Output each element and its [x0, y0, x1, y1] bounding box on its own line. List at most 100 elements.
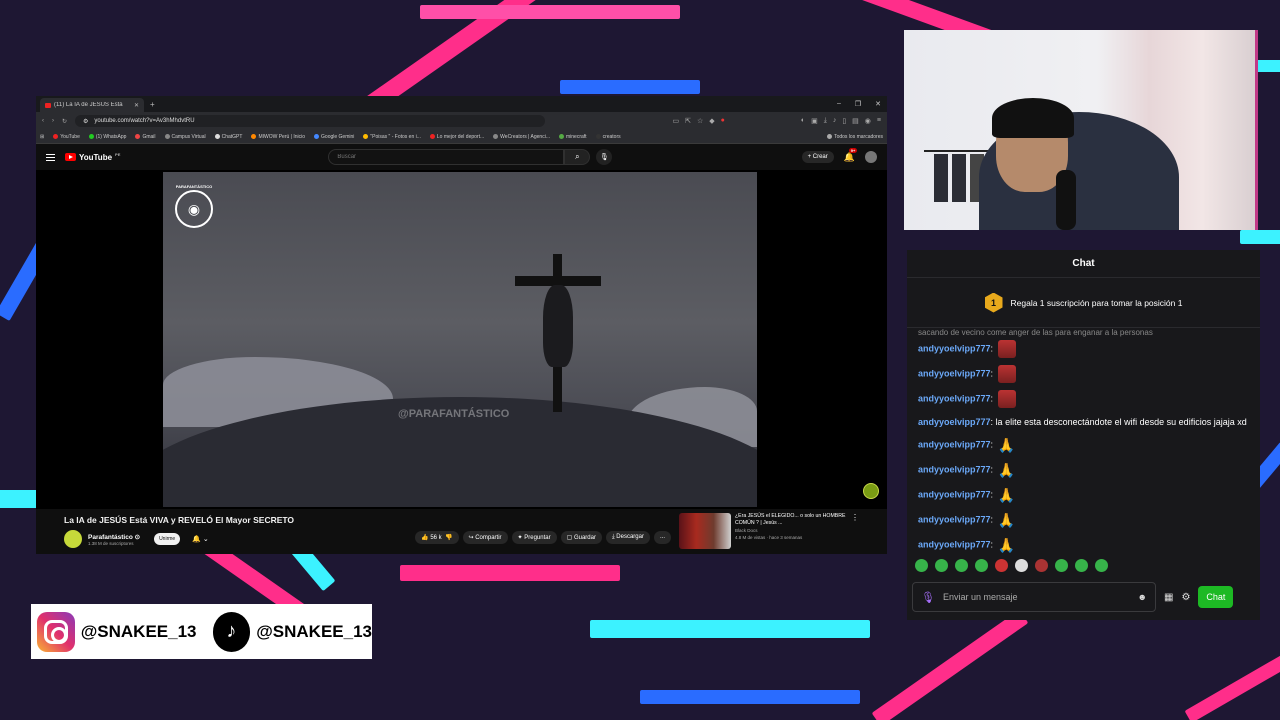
search-icon[interactable]: ⌕	[564, 149, 591, 165]
emote-icon[interactable]	[1055, 559, 1068, 572]
bookmark-item[interactable]: creators	[595, 134, 621, 140]
more-actions-button[interactable]: ...	[653, 531, 671, 544]
download-icon: ⤓	[611, 534, 615, 540]
bookmark-item[interactable]: Gmail	[135, 134, 156, 140]
reload-icon[interactable]: ↻	[62, 118, 67, 125]
bookmark-item[interactable]: ChatGPT	[214, 134, 242, 140]
chat-message: andyyoelvipp777: 🙏	[918, 462, 1015, 478]
chat-message: andyyoelvipp777: la elite esta desconect…	[918, 417, 1247, 427]
emote-icon[interactable]	[1035, 559, 1048, 572]
download-button[interactable]: ⤓ Descargar	[605, 531, 650, 544]
recommended-thumbnail[interactable]	[679, 513, 732, 549]
site-info-icon[interactable]: ⚙	[83, 118, 88, 125]
share-icon: ↪	[468, 535, 474, 541]
youtube-play-icon	[65, 153, 76, 161]
microphone	[1056, 170, 1076, 230]
ask-button[interactable]: ✦ Preguntar	[511, 531, 557, 544]
gift-text: Regala 1 suscripción para tomar la posic…	[1010, 297, 1183, 308]
bookmark-item[interactable]: WeCreators | Agenci...	[493, 134, 550, 140]
emote-icon[interactable]	[975, 559, 988, 572]
translate-icon[interactable]: ◐	[801, 117, 805, 125]
cast-icon[interactable]: ▭	[672, 117, 679, 125]
join-button[interactable]: Unirme	[154, 533, 181, 545]
notifications-icon[interactable]: 🔔 9+	[844, 147, 858, 163]
bookmark-item[interactable]: MIWOW Perú | Inicio	[251, 134, 305, 140]
downloads-icon[interactable]: ⤓	[824, 117, 827, 125]
avatar[interactable]	[865, 151, 877, 163]
microphone-icon[interactable]: 🎙	[596, 149, 613, 165]
face-emote-icon	[997, 365, 1016, 383]
like-button[interactable]: 👍 56 k 👎	[415, 531, 459, 544]
extension-red-icon[interactable]: ●	[721, 117, 725, 125]
notification-count: 9+	[848, 147, 858, 153]
all-bookmarks[interactable]: Todos los marcadores	[827, 134, 883, 140]
new-tab-icon[interactable]: +	[150, 100, 155, 109]
profile-icon[interactable]: ◉	[865, 117, 871, 125]
youtube-logo[interactable]: YouTube PE	[65, 152, 120, 162]
sidebar-icon[interactable]: ▯	[842, 117, 846, 125]
minimize-icon[interactable]: –	[837, 100, 841, 108]
send-chat-button[interactable]: Chat	[1198, 586, 1234, 608]
browser-tab[interactable]: (11) La IA de JESÚS Está VIVA ✕	[40, 98, 144, 112]
emote-icon[interactable]	[1095, 559, 1108, 572]
share-page-icon[interactable]: ⇱	[685, 117, 691, 125]
menu-icon[interactable]	[46, 153, 55, 161]
channel-avatar[interactable]	[64, 530, 82, 548]
emote-icon[interactable]	[1075, 559, 1088, 572]
chat-message: andyyoelvipp777:	[918, 340, 1248, 358]
emote-icon[interactable]	[915, 559, 928, 572]
bookmark-item[interactable]: minecraft	[559, 134, 587, 140]
subscribe-bell-icon[interactable]: 🔔 ⌄	[192, 535, 209, 543]
channel-watermark-icon[interactable]	[863, 483, 879, 499]
thumbs-down-icon[interactable]: 👎	[445, 535, 452, 541]
kebab-menu-icon[interactable]: ⋮	[851, 513, 859, 549]
extension-icon[interactable]: ◆	[709, 117, 714, 125]
crucified-figure	[543, 285, 573, 367]
chat-panel: Chat 1 Regala 1 suscripción para tomar l…	[907, 250, 1260, 620]
gift-sub-banner[interactable]: 1 Regala 1 suscripción para tomar la pos…	[907, 278, 1260, 328]
split-view-icon[interactable]: ▤	[852, 117, 859, 125]
create-button[interactable]: + Crear	[801, 151, 834, 163]
bookmark-item[interactable]: Lo mejor del deport...	[429, 134, 484, 140]
forward-icon[interactable]: ›	[52, 118, 54, 124]
bookmark-item[interactable]: (1) WhatsApp	[88, 134, 126, 140]
maximize-icon[interactable]: ❐	[855, 100, 861, 108]
share-button[interactable]: ↪ Compartir	[462, 531, 508, 544]
bookmark-item[interactable]: Google Gemini	[314, 134, 354, 140]
praying-hands-emote-icon: 🙏	[997, 487, 1015, 503]
emote-icon[interactable]	[955, 559, 968, 572]
microphone-icon[interactable]: 🎙	[921, 591, 935, 604]
chat-message: andyyoelvipp777:	[918, 390, 1248, 408]
channel-name[interactable]: Parafantástico ⊙	[88, 533, 140, 541]
browser-menu-icon[interactable]: ≡	[877, 117, 881, 125]
tiktok-icon: ♪	[212, 611, 251, 652]
recommended-video[interactable]: ¿Era JESÚS el ELEGIDO... o solo un HOMBR…	[679, 513, 859, 549]
close-tab-icon[interactable]: ✕	[134, 102, 139, 109]
emoji-icon[interactable]: ☻	[1138, 592, 1147, 602]
emote-icon[interactable]	[935, 559, 948, 572]
chat-message: andyyoelvipp777:	[918, 365, 1248, 383]
url-field[interactable]: ⚙ youtube.com/watch?v=Av3hMhdvtRU	[75, 115, 546, 127]
apps-grid-icon[interactable]: ⊞	[40, 134, 44, 140]
bookmark-star-icon[interactable]: ☆	[697, 117, 703, 125]
chat-input[interactable]: 🎙 Enviar un mensaje ☻	[912, 582, 1156, 612]
eye-icon: ◉	[175, 190, 213, 228]
extensions-puzzle-icon[interactable]: ▣	[811, 117, 818, 125]
bookmark-item[interactable]: YouTube	[53, 134, 80, 140]
store-icon[interactable]: ▦	[1164, 592, 1173, 603]
verified-icon: ⊙	[134, 533, 141, 541]
video-player[interactable]: @PARAFANTÁSTICO PARAFANTÁSTICO ◉	[36, 170, 887, 509]
search-input[interactable]	[328, 149, 565, 165]
address-bar-row: ‹ › ↻ ⚙ youtube.com/watch?v=Av3hMhdvtRU …	[36, 112, 887, 130]
emote-icon[interactable]	[1015, 559, 1028, 572]
close-window-icon[interactable]: ✕	[875, 100, 881, 108]
emote-icon[interactable]	[995, 559, 1008, 572]
back-icon[interactable]: ‹	[42, 118, 44, 124]
save-button[interactable]: ▢ Guardar	[560, 531, 602, 544]
video-frame[interactable]: @PARAFANTÁSTICO PARAFANTÁSTICO ◉	[163, 172, 757, 507]
bookmark-item[interactable]: "Poisas " - Fotos en i...	[363, 134, 421, 140]
settings-gear-icon[interactable]: ⚙	[1181, 592, 1190, 603]
bookmark-item[interactable]: Campus Virtual	[164, 134, 206, 140]
media-icon[interactable]: ♪	[833, 117, 837, 125]
chat-message: andyyoelvipp777: 🙏	[918, 487, 1015, 503]
